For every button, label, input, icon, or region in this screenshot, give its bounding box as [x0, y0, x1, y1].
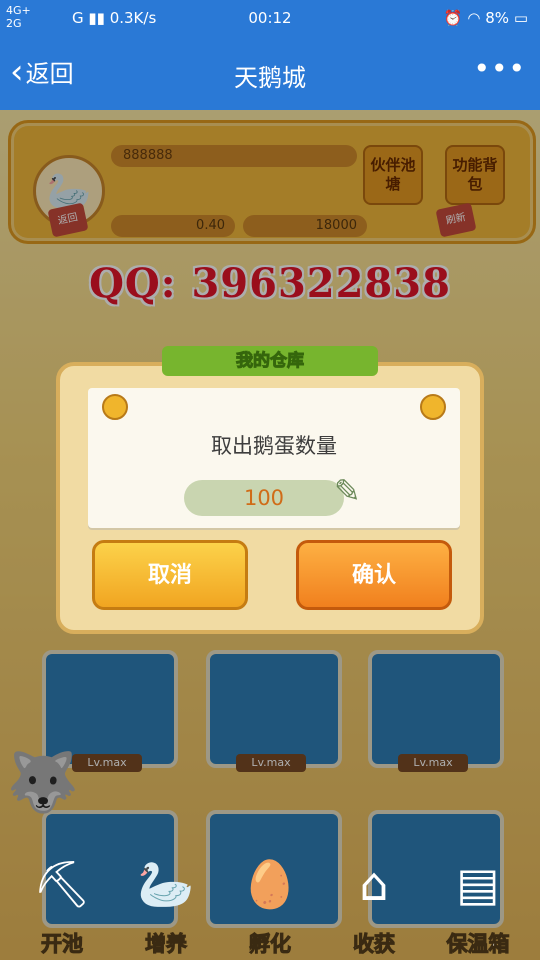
dialog-banner: 我的仓库: [162, 346, 378, 376]
tool-label: 收获: [353, 932, 396, 957]
dialog-panel: 取出鹅蛋数量 100 ✎ 取消 确认: [56, 362, 484, 634]
tool-dig-pond[interactable]: ⛏ 开池: [14, 848, 110, 960]
dialog-prompt: 取出鹅蛋数量: [211, 434, 337, 458]
tool-label: 开池: [41, 932, 84, 957]
battery-percent: 8%: [485, 9, 510, 27]
page-title: 天鹅城: [234, 64, 306, 92]
alarm-icon: ⏰: [443, 9, 463, 27]
incubator-icon: ▤: [456, 857, 500, 911]
tool-label: 增养: [145, 932, 188, 957]
wifi-icon: ◠: [467, 9, 481, 27]
battery-icon: ▭: [513, 9, 528, 27]
dialog-paper: 取出鹅蛋数量 100 ✎: [88, 388, 460, 528]
title-bar: ‹ 返回 天鹅城 •••: [0, 36, 540, 110]
tool-label: 保温箱: [446, 932, 510, 957]
quantity-input[interactable]: 100: [184, 480, 344, 516]
pencil-icon: ✎: [334, 472, 361, 510]
hatch-egg-icon: 🥚: [241, 857, 299, 911]
status-bar: 4G+ 2G G ▮▮ 0.3K/s 00:12 ⏰ ◠ 8% ▭: [0, 0, 540, 36]
pond-dig-icon: ⛏: [32, 857, 92, 911]
more-options-icon[interactable]: •••: [473, 52, 526, 85]
bottom-toolbar: ⛏ 开池 🦢 增养 🥚 孵化 ⌂ 收获 ▤ 保温箱: [0, 848, 540, 960]
confirm-button[interactable]: 确认: [296, 540, 452, 610]
tool-hatch[interactable]: 🥚 孵化: [222, 848, 318, 960]
tool-add-breed[interactable]: 🦢 增养: [118, 848, 214, 960]
swan-feed-icon: 🦢: [137, 857, 195, 911]
harvest-house-icon: ⌂: [359, 857, 389, 911]
game-area: 🦢 888888 0.40 18000 伙伴池塘 功能背包 返回 刷新 QQ: …: [0, 110, 540, 960]
tool-label: 孵化: [249, 932, 292, 957]
pin-icon: [420, 394, 446, 420]
tool-incubator[interactable]: ▤ 保温箱: [430, 848, 526, 960]
status-right: ⏰ ◠ 8% ▭: [444, 9, 528, 27]
warehouse-dialog: 取出鹅蛋数量 100 ✎ 取消 确认 我的仓库: [56, 346, 484, 634]
pin-icon: [102, 394, 128, 420]
tool-harvest[interactable]: ⌂ 收获: [326, 848, 422, 960]
cancel-button[interactable]: 取消: [92, 540, 248, 610]
